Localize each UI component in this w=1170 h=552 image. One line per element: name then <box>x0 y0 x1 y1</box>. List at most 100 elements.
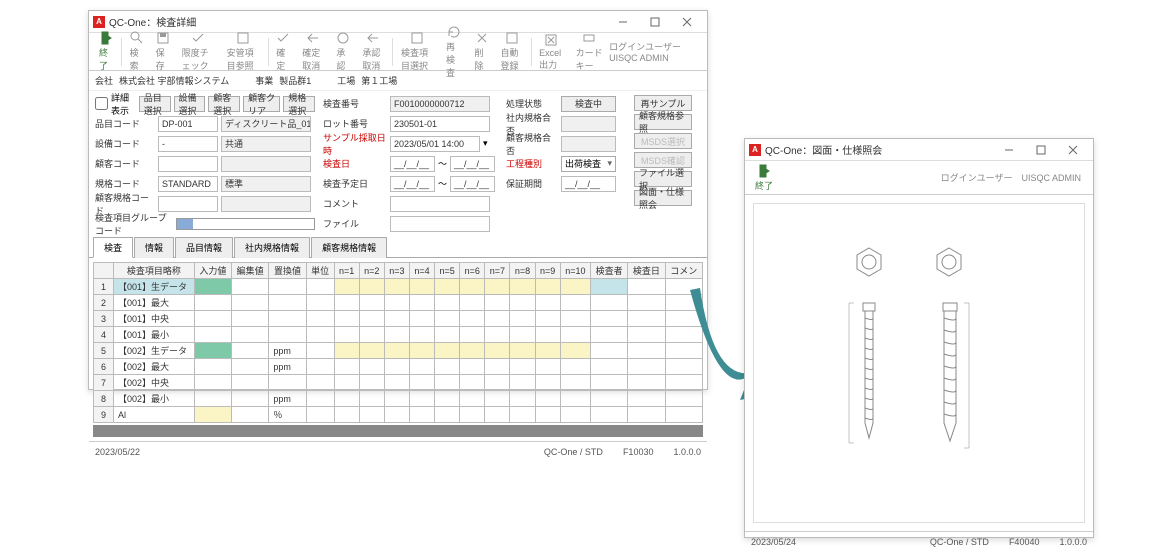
confirm-button[interactable]: 確定 <box>270 29 296 74</box>
grid-header: n=2 <box>359 263 384 279</box>
sub-exit-button[interactable]: 終了 <box>749 162 779 194</box>
label-spec-code: 規格コード <box>95 177 155 190</box>
minimize-button[interactable] <box>607 12 639 32</box>
msds-select-button[interactable]: MSDS選択 <box>634 133 692 149</box>
plan-date-to[interactable]: __/__/__ <box>450 176 495 192</box>
statusbar: 2023/05/22 QC-One / STD F10030 1.0.0.0 <box>89 441 707 461</box>
reinspect-button[interactable]: 再検査 <box>440 23 469 81</box>
undo2-button[interactable]: 承認取消 <box>356 29 390 74</box>
table-row[interactable]: 4【001】最小 <box>94 327 703 343</box>
grid-header: 入力値 <box>194 263 231 279</box>
label-group-code: 検査項目グループコード <box>95 211 173 237</box>
grid-header: n=5 <box>435 263 460 279</box>
calendar-icon[interactable]: ▾ <box>483 138 488 149</box>
item-select-button[interactable]: 品目選択 <box>139 96 171 112</box>
tab-custspec[interactable]: 顧客規格情報 <box>311 237 387 258</box>
spec-code-input[interactable]: STANDARD <box>158 176 218 192</box>
device-select-button[interactable]: 設備選択 <box>174 96 206 112</box>
table-row[interactable]: 3【001】中央 <box>94 311 703 327</box>
grid-area: 検査項目略称入力値編集値置換値単位n=1n=2n=3n=4n=5n=6n=7n=… <box>89 258 707 441</box>
undo1-button[interactable]: 確定取消 <box>296 29 330 74</box>
custspec-ref-button[interactable]: 顧客規格参照 <box>634 114 692 130</box>
store-button[interactable]: 保存 <box>150 29 176 74</box>
label-device-code: 設備コード <box>95 137 155 150</box>
customer-clear-button[interactable]: 顧客クリア <box>243 96 280 112</box>
comment-input[interactable] <box>390 196 490 212</box>
grid-header: 単位 <box>306 263 334 279</box>
sub-window-title: QC-One：図面・仕様照会 <box>765 142 993 157</box>
grid-header: n=3 <box>384 263 409 279</box>
device-code-input[interactable]: - <box>158 136 218 152</box>
window-title: QC-One：検査詳細 <box>109 14 607 29</box>
search-button[interactable]: 検索 <box>124 29 150 74</box>
lot-no-input[interactable]: 230501-01 <box>390 116 490 132</box>
tab-info[interactable]: 情報 <box>134 237 174 258</box>
tab-bar: 検査 情報 品目情報 社内規格情報 顧客規格情報 <box>89 236 707 258</box>
item-code-input[interactable]: DP-001 <box>158 116 218 132</box>
exit-button[interactable]: 終了 <box>93 29 119 74</box>
grid-header: n=8 <box>510 263 535 279</box>
approve-button[interactable]: 承認 <box>330 29 356 74</box>
sub-window: A QC-One：図面・仕様照会 終了 ログインユーザー UISQC ADMIN <box>744 138 1094 538</box>
excel-button[interactable]: Excel出力 <box>533 31 569 73</box>
delete-button[interactable]: 削除 <box>469 29 495 74</box>
inspect-date-from[interactable]: __/__/__ <box>390 156 435 172</box>
sub-close-button[interactable] <box>1057 140 1089 160</box>
tab-inspect[interactable]: 検査 <box>93 237 133 258</box>
table-row[interactable]: 7【002】中央 <box>94 375 703 391</box>
sub-maximize-button[interactable] <box>1025 140 1057 160</box>
table-row[interactable]: 1【001】生データ <box>94 279 703 295</box>
customer-code-input[interactable] <box>158 156 218 172</box>
close-button[interactable] <box>671 12 703 32</box>
grid-header: n=4 <box>409 263 434 279</box>
grid-header <box>94 263 114 279</box>
drawing-viewer[interactable] <box>753 203 1085 523</box>
sub-statusbar: 2023/05/24 QC-One / STD F40040 1.0.0.0 <box>745 531 1093 551</box>
card-button[interactable]: カードキー <box>570 29 610 74</box>
item-name: ディスクリート品_01 <box>221 116 311 132</box>
grid-header: 置換値 <box>269 263 306 279</box>
progress-bar <box>176 218 315 230</box>
scrollbar[interactable] <box>93 425 703 437</box>
status-date: 2023/05/22 <box>95 447 140 457</box>
tab-iteminfo[interactable]: 品目情報 <box>175 237 233 258</box>
customer-result <box>561 136 616 152</box>
grid-header: 検査者 <box>591 263 628 279</box>
process-type-select[interactable]: 出荷検査 <box>561 156 616 172</box>
autoreg-button[interactable]: 自動登録 <box>495 29 529 74</box>
limit-button[interactable]: 限度チェック <box>176 29 221 74</box>
detail-toggle[interactable] <box>95 97 108 110</box>
customer-select-button[interactable]: 顧客選択 <box>208 96 240 112</box>
safeitem-button[interactable]: 安管項目参照 <box>221 29 266 74</box>
label-customer-code: 顧客コード <box>95 157 155 170</box>
table-row[interactable]: 6【002】最大ppm <box>94 359 703 375</box>
table-row[interactable]: 2【001】最大 <box>94 295 703 311</box>
grid-header: 編集値 <box>232 263 269 279</box>
sample-datetime-input[interactable]: 2023/05/01 14:00 <box>390 136 480 152</box>
file-input[interactable] <box>390 216 490 232</box>
inspection-no: F0010000000712 <box>390 96 490 112</box>
inspection-grid[interactable]: 検査項目略称入力値編集値置換値単位n=1n=2n=3n=4n=5n=6n=7n=… <box>93 262 703 423</box>
spec-select-button[interactable]: 規格選択 <box>283 96 315 112</box>
grid-header: n=1 <box>334 263 359 279</box>
warranty-input[interactable]: __/__/__ <box>561 176 616 192</box>
table-row[interactable]: 9Al％ <box>94 407 703 423</box>
grid-header: 検査日 <box>628 263 665 279</box>
tab-intspec[interactable]: 社内規格情報 <box>234 237 310 258</box>
grid-header: コメン <box>665 263 702 279</box>
table-row[interactable]: 8【002】最小ppm <box>94 391 703 407</box>
app-icon: A <box>93 16 105 28</box>
detail-panel: 詳細表示 品目選択 設備選択 顧客選択 顧客クリア 規格選択 品目コードDP-0… <box>89 91 707 236</box>
custspec-input[interactable] <box>158 196 218 212</box>
status-badge: 検査中 <box>561 96 616 112</box>
maximize-button[interactable] <box>639 12 671 32</box>
sub-toolbar: 終了 ログインユーザー UISQC ADMIN <box>745 161 1093 195</box>
drawing-ref-button[interactable]: 図面・仕様照会 <box>634 190 692 206</box>
grid-header: n=9 <box>535 263 560 279</box>
table-row[interactable]: 5【002】生データppm <box>94 343 703 359</box>
plan-date-from[interactable]: __/__/__ <box>390 176 435 192</box>
grid-header: n=6 <box>460 263 485 279</box>
inspect-date-to[interactable]: __/__/__ <box>450 156 495 172</box>
itemsel-button[interactable]: 検査項目選択 <box>395 29 440 74</box>
sub-minimize-button[interactable] <box>993 140 1025 160</box>
